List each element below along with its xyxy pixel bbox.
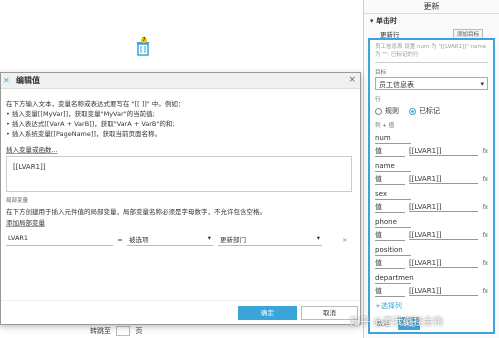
- fx-icon[interactable]: fx: [482, 176, 488, 183]
- watermark: 知乎 @看我倒挂金钩: [350, 317, 444, 328]
- trash-badge: 7: [141, 37, 147, 43]
- column-value-input[interactable]: [[LVAR1]]: [409, 175, 479, 184]
- column-name-input[interactable]: position: [375, 245, 411, 256]
- interaction-panel: 更新 ▾ 单击时 更新行 添加目标 员工信息表 设置 num 为 "[[LVAR…: [363, 0, 499, 338]
- column-block: position 值 [[LVAR1]] fx: [375, 245, 488, 269]
- panel-title: 更新: [364, 0, 499, 14]
- value-type-select[interactable]: 值: [375, 202, 405, 213]
- local-variables-heading: 局部变量: [6, 198, 29, 204]
- goto-label: 转跳至: [90, 327, 111, 335]
- fx-icon[interactable]: fx: [482, 232, 488, 239]
- column-block: sex 值 [[LVAR1]] fx: [375, 189, 488, 213]
- value-type-select[interactable]: 值: [375, 146, 405, 157]
- update-row-editor: 员工信息表 设置 num 为 "[[LVAR1]]" name 为 ""; 已标…: [368, 38, 495, 334]
- column-value-label: 列 + 值: [375, 123, 395, 129]
- radio-marked[interactable]: 已标记: [409, 106, 440, 116]
- column-value-input[interactable]: [[LVAR1]]: [409, 231, 479, 240]
- add-local-variable-link[interactable]: 添加局部变量: [6, 217, 355, 227]
- insert-variable-link[interactable]: 插入变量或函数...: [6, 144, 355, 154]
- column-block: num 值 [[LVAR1]] fx: [375, 133, 488, 157]
- value-type-select[interactable]: 值: [375, 286, 405, 297]
- edit-value-dialog: ✕ 编辑值 × 在下方输入文本，变量名称或表达式要写在 "[[ ]]" 中。例如…: [0, 72, 361, 325]
- value-type-select[interactable]: 值: [375, 258, 405, 269]
- fx-icon[interactable]: fx: [482, 204, 488, 211]
- column-value-input[interactable]: [[LVAR1]]: [409, 203, 479, 212]
- action-description: 员工信息表 设置 num 为 "[[LVAR1]]" name 为 ""; 已标…: [375, 43, 488, 63]
- remove-variable-icon[interactable]: ×: [342, 236, 347, 244]
- column-block: name 值 [[LVAR1]] fx: [375, 161, 488, 185]
- chevron-down-icon: ▾: [480, 80, 484, 88]
- fx-icon[interactable]: fx: [482, 148, 488, 155]
- column-name-input[interactable]: phone: [375, 217, 411, 228]
- local-variables-description: 在下方创建用于插入元件值的局部变量，局部变量名称必须是字母数字，不允许包含空格。: [6, 208, 266, 216]
- event-header[interactable]: ▾ 单击时: [364, 14, 499, 27]
- update-row-label: 更新行: [380, 30, 400, 39]
- instructions: 在下方输入文本，变量名称或表达式要写在 "[[ ]]" 中。例如： • 插入变量…: [6, 100, 185, 138]
- column-value-input[interactable]: [[LVAR1]]: [409, 287, 479, 296]
- column-name-input[interactable]: sex: [375, 189, 411, 200]
- page-number-input[interactable]: [116, 326, 131, 336]
- dialog-header: ✕ 编辑值 ×: [1, 73, 360, 89]
- app-logo-icon: ✕: [3, 76, 10, 85]
- column-value-input[interactable]: [[LVAR1]]: [409, 147, 479, 156]
- target-label: 目标: [375, 70, 387, 76]
- variable-type-select[interactable]: 被选项 ▾: [127, 234, 213, 246]
- column-name-input[interactable]: name: [375, 161, 411, 172]
- equals-sign: =: [117, 235, 123, 244]
- column-value-input[interactable]: [[LVAR1]]: [409, 259, 479, 268]
- close-icon[interactable]: ×: [348, 75, 356, 85]
- trash-icon[interactable]: 7: [136, 37, 150, 56]
- radio-rule[interactable]: 规则: [375, 106, 399, 116]
- column-block: phone 值 [[LVAR1]] fx: [375, 217, 488, 241]
- variable-name-input[interactable]: LVAR1: [6, 234, 113, 246]
- ok-button[interactable]: 确定: [238, 306, 297, 320]
- add-column-link[interactable]: +选择列: [375, 301, 488, 311]
- add-target-button[interactable]: 添加目标: [452, 28, 483, 39]
- column-name-input[interactable]: num: [375, 133, 411, 144]
- value-textarea[interactable]: [[LVAR1]]: [6, 156, 352, 192]
- column-name-input[interactable]: departmen: [375, 273, 414, 284]
- chevron-down-icon: ▾: [316, 233, 320, 242]
- page-label: 页: [135, 327, 143, 335]
- chevron-down-icon: ▾: [207, 233, 211, 242]
- value-type-select[interactable]: 值: [375, 174, 405, 185]
- target-select[interactable]: 员工信息表 ▾: [375, 77, 488, 90]
- local-variable-row: LVAR1 = 被选项 ▾ 更新部门 ▾ ×: [6, 233, 355, 246]
- fx-icon[interactable]: fx: [482, 288, 488, 295]
- row-label: 行: [375, 97, 381, 103]
- page-nav: 转跳至 页: [90, 326, 142, 336]
- dialog-title: 编辑值: [16, 76, 40, 85]
- variable-target-select[interactable]: 更新部门 ▾: [218, 234, 322, 246]
- value-type-select[interactable]: 值: [375, 230, 405, 241]
- fx-icon[interactable]: fx: [482, 260, 488, 267]
- column-block: departmen 值 [[LVAR1]] fx: [375, 273, 488, 297]
